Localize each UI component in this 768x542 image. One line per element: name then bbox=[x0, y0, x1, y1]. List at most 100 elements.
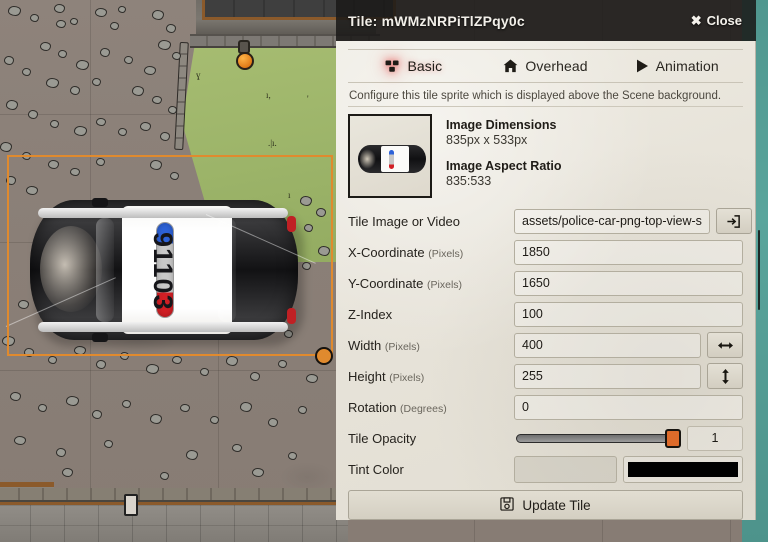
arrows-h-icon[interactable] bbox=[707, 332, 743, 358]
dialog-body: Basic Overhead Animation Configure this … bbox=[336, 41, 756, 520]
tile-config-dialog[interactable]: Tile: mWMzNRPiTlZPqy0c ✖ Close Basic Ove… bbox=[336, 0, 756, 520]
rotation-input[interactable]: 0 bbox=[514, 394, 743, 420]
tab-overhead[interactable]: Overhead bbox=[480, 50, 612, 82]
dialog-title: Tile: mWMzNRPiTlZPqy0c bbox=[348, 12, 525, 29]
rock bbox=[186, 450, 198, 460]
label-width-text: Width bbox=[348, 337, 382, 353]
rock bbox=[306, 374, 318, 383]
label-x-coordinate: X-Coordinate (Pixels) bbox=[348, 245, 514, 260]
tab-animation[interactable]: Animation bbox=[611, 50, 743, 82]
update-tile-button-label: Update Tile bbox=[522, 497, 591, 513]
grass-blade: ı, bbox=[266, 90, 271, 100]
y-coordinate-input[interactable]: 1650 bbox=[514, 270, 743, 296]
rock bbox=[46, 78, 59, 88]
rock bbox=[118, 6, 126, 13]
rock bbox=[92, 78, 101, 86]
rock bbox=[48, 356, 57, 364]
rock bbox=[172, 356, 182, 364]
x-coordinate-input[interactable]: 1850 bbox=[514, 239, 743, 265]
width-input[interactable]: 400 bbox=[514, 332, 701, 358]
tile-image-thumbnail[interactable] bbox=[348, 114, 432, 198]
field-wrap-tile-image: assets/police-car-png-top-view-s bbox=[514, 208, 752, 234]
label-height-text: Height bbox=[348, 368, 386, 384]
field-row-z-index: Z-Index 100 bbox=[348, 299, 743, 329]
rock bbox=[140, 122, 151, 131]
tile-selection-rectangle[interactable] bbox=[7, 155, 333, 356]
rock bbox=[40, 42, 51, 51]
file-import-icon[interactable] bbox=[715, 208, 752, 234]
field-wrap-z-index: 100 bbox=[514, 301, 743, 327]
label-height-unit: (Pixels) bbox=[389, 371, 425, 384]
rock bbox=[232, 444, 242, 452]
field-wrap-x-coordinate: 1850 bbox=[514, 239, 743, 265]
label-rotation-text: Rotation bbox=[348, 399, 397, 415]
rock bbox=[58, 50, 67, 58]
rock bbox=[180, 404, 190, 412]
home-icon bbox=[503, 59, 518, 73]
tint-color-swatch[interactable] bbox=[628, 461, 738, 477]
field-wrap-y-coordinate: 1650 bbox=[514, 270, 743, 296]
image-aspect-value: 835:533 bbox=[446, 174, 492, 188]
rock bbox=[92, 410, 102, 419]
rock bbox=[54, 4, 65, 13]
close-button-label: Close bbox=[706, 13, 742, 28]
rock bbox=[8, 6, 21, 16]
rock bbox=[158, 40, 171, 50]
image-dimensions-title: Image Dimensions bbox=[446, 118, 557, 132]
tint-color-input[interactable] bbox=[514, 455, 617, 483]
rock bbox=[168, 106, 177, 114]
opacity-value[interactable]: 1 bbox=[687, 425, 743, 451]
tile-image-input[interactable]: assets/police-car-png-top-view-s bbox=[514, 208, 710, 234]
bottom-stone-wall bbox=[0, 488, 348, 542]
label-z-index-text: Z-Index bbox=[348, 306, 393, 322]
rock bbox=[124, 56, 133, 64]
lamp-icon bbox=[236, 52, 254, 70]
height-input[interactable]: 255 bbox=[514, 363, 701, 389]
tint-color-picker[interactable] bbox=[623, 455, 743, 483]
rock bbox=[56, 448, 66, 457]
rock bbox=[152, 96, 162, 104]
rock bbox=[74, 126, 87, 136]
label-rotation: Rotation (Degrees) bbox=[348, 400, 514, 415]
rock bbox=[66, 396, 79, 406]
field-row-opacity: Tile Opacity 1 bbox=[348, 423, 743, 453]
thumbnail-car-sprite bbox=[358, 145, 426, 173]
z-index-input[interactable]: 100 bbox=[514, 301, 743, 327]
rock bbox=[50, 120, 59, 128]
rock bbox=[172, 52, 181, 60]
field-wrap-rotation: 0 bbox=[514, 394, 743, 420]
label-rotation-unit: (Degrees) bbox=[400, 402, 447, 415]
label-width-unit: (Pixels) bbox=[384, 340, 420, 353]
grass-blade: ɣ bbox=[196, 70, 201, 80]
rock bbox=[95, 8, 107, 17]
update-tile-button[interactable]: Update Tile bbox=[348, 490, 743, 520]
tab-basic[interactable]: Basic bbox=[348, 50, 480, 82]
rock bbox=[28, 110, 38, 119]
opacity-slider-rail bbox=[516, 433, 679, 443]
close-button[interactable]: ✖ Close bbox=[687, 10, 746, 31]
cubes-icon bbox=[385, 59, 400, 73]
rock bbox=[152, 10, 164, 20]
rock bbox=[160, 132, 170, 141]
rock bbox=[144, 66, 156, 75]
rock bbox=[4, 56, 14, 65]
save-icon bbox=[500, 496, 515, 514]
label-x-coordinate-unit: (Pixels) bbox=[428, 247, 464, 260]
field-row-height: Height (Pixels) 255 bbox=[348, 361, 743, 391]
rock bbox=[100, 48, 110, 57]
label-y-coordinate-unit: (Pixels) bbox=[427, 278, 463, 291]
label-tile-image: Tile Image or Video bbox=[348, 214, 514, 229]
tile-resize-handle[interactable] bbox=[315, 347, 333, 365]
image-metadata: Image Dimensions 835px x 533px Image Asp… bbox=[446, 114, 562, 198]
rock bbox=[56, 20, 66, 28]
field-row-tint: Tint Color bbox=[348, 454, 743, 484]
rock bbox=[96, 360, 106, 369]
rock bbox=[76, 60, 89, 70]
wall-cap bbox=[0, 488, 348, 502]
opacity-slider-thumb[interactable] bbox=[665, 428, 681, 448]
arrows-v-icon[interactable] bbox=[707, 363, 743, 389]
crack bbox=[758, 230, 760, 310]
opacity-slider[interactable] bbox=[514, 426, 681, 451]
thumb-car-lightbar bbox=[389, 150, 394, 169]
